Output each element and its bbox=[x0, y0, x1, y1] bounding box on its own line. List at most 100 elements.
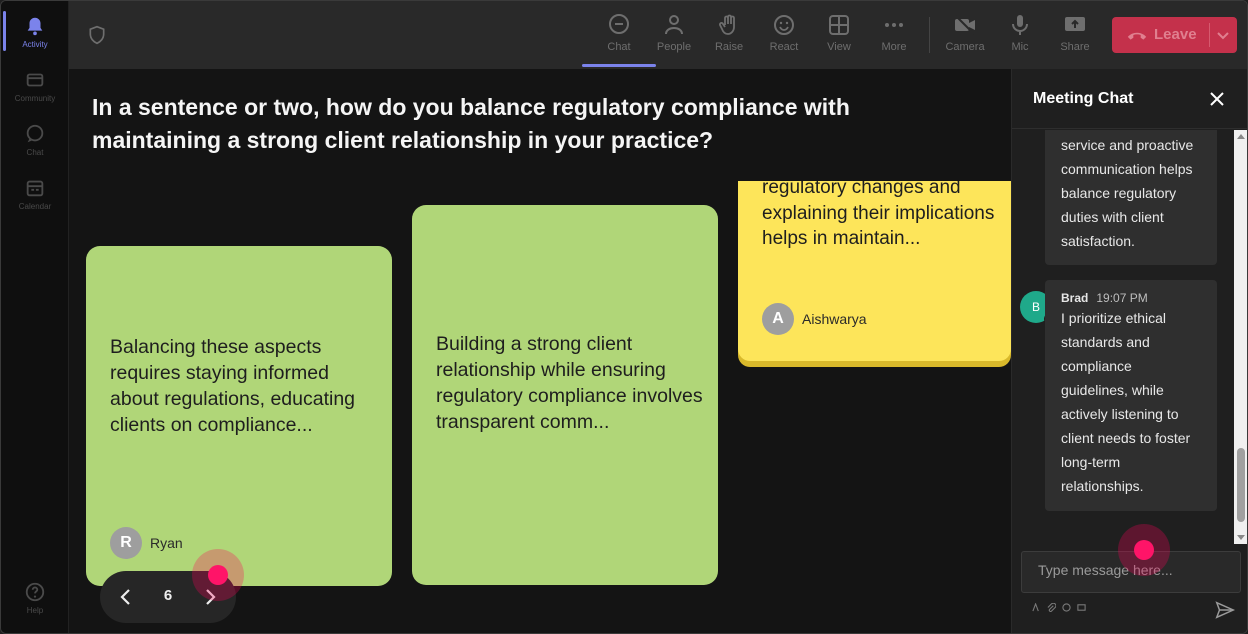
close-icon[interactable] bbox=[1208, 90, 1226, 108]
response-card[interactable]: regulatory changes and explaining their … bbox=[738, 181, 1011, 361]
message-time: 19:07 PM bbox=[1096, 291, 1148, 305]
scroll-up-arrow-icon[interactable] bbox=[1237, 134, 1245, 139]
avatar: R bbox=[110, 527, 142, 559]
card-author: R Ryan bbox=[110, 527, 183, 559]
rail-label: Help bbox=[26, 606, 44, 615]
sender-name: Brad bbox=[1061, 291, 1089, 305]
card-text: Building a strong client relationship wh… bbox=[436, 333, 703, 433]
activity-stage: In a sentence or two, how do you balance… bbox=[69, 69, 1011, 633]
more-icon bbox=[885, 23, 903, 27]
share-label: Share bbox=[1060, 41, 1090, 53]
chat-message: service and proactive communication help… bbox=[1045, 130, 1217, 265]
chat-header: Meeting Chat bbox=[1012, 69, 1247, 129]
message-line: standards and bbox=[1061, 334, 1150, 350]
rail-item-community[interactable]: Community bbox=[1, 59, 69, 111]
community-icon bbox=[26, 73, 44, 87]
shield-icon[interactable] bbox=[87, 25, 107, 45]
scroll-down-arrow-icon[interactable] bbox=[1237, 535, 1245, 540]
hang-up-icon bbox=[1127, 32, 1147, 40]
message-line: compliance bbox=[1061, 358, 1132, 374]
calendar-icon bbox=[26, 180, 44, 197]
people-icon bbox=[665, 15, 683, 35]
card-text: Balancing these aspects requires staying… bbox=[110, 336, 356, 436]
message-line: communication helps bbox=[1061, 161, 1193, 177]
share-button[interactable]: Share bbox=[1049, 9, 1101, 63]
people-button[interactable]: People bbox=[648, 9, 700, 63]
gif-icon[interactable] bbox=[1077, 603, 1086, 612]
leave-label: Leave bbox=[1154, 26, 1197, 43]
more-button[interactable]: More bbox=[868, 9, 920, 63]
message-line: service and proactive bbox=[1061, 137, 1194, 153]
message-line: long-term bbox=[1061, 454, 1121, 470]
left-rail: Activity Community Chat Calendar Help bbox=[1, 1, 69, 633]
hand-icon bbox=[719, 14, 735, 35]
message-line: guidelines, while bbox=[1061, 382, 1164, 398]
chat-messages[interactable]: service and proactive communication help… bbox=[1012, 130, 1247, 544]
rail-item-help[interactable]: Help bbox=[1, 571, 69, 623]
mic-button[interactable]: Mic bbox=[994, 9, 1046, 63]
rail-label: Activity bbox=[22, 40, 48, 49]
camera-label: Camera bbox=[945, 41, 985, 53]
chat-scrollbar[interactable] bbox=[1234, 130, 1247, 544]
react-label: React bbox=[769, 41, 799, 53]
people-label: People bbox=[656, 41, 692, 53]
help-icon bbox=[25, 582, 45, 602]
raise-hand-button[interactable]: Raise bbox=[703, 9, 755, 63]
emoji-icon[interactable] bbox=[1062, 603, 1071, 612]
compose-tools bbox=[1032, 603, 1102, 615]
rail-item-chat[interactable]: Chat bbox=[1, 113, 69, 165]
chat-label: Chat bbox=[607, 41, 631, 53]
view-button[interactable]: View bbox=[813, 9, 865, 63]
message-meta: Brad 19:07 PM bbox=[1061, 290, 1201, 306]
leave-button[interactable]: Leave bbox=[1112, 17, 1237, 53]
chat-title: Meeting Chat bbox=[1033, 90, 1134, 107]
bell-icon bbox=[27, 17, 43, 36]
chat-icon bbox=[26, 124, 44, 143]
more-label: More bbox=[881, 41, 907, 53]
author-name: Ryan bbox=[150, 535, 183, 551]
chat-message: Brad 19:07 PM I prioritize ethical standa… bbox=[1045, 280, 1217, 511]
send-icon[interactable] bbox=[1214, 599, 1236, 621]
camera-button[interactable]: Camera bbox=[939, 9, 991, 63]
raise-label: Raise bbox=[714, 41, 744, 53]
leave-divider bbox=[1209, 23, 1210, 47]
scrollbar-thumb[interactable] bbox=[1237, 448, 1245, 522]
react-button[interactable]: React bbox=[758, 9, 810, 63]
card-text: regulatory changes and explaining their … bbox=[762, 181, 995, 249]
pointer-highlight bbox=[1118, 524, 1170, 576]
author-name: Aishwarya bbox=[802, 311, 867, 327]
card-author: A Aishwarya bbox=[762, 303, 867, 335]
message-line: client needs to foster bbox=[1061, 430, 1191, 446]
message-line: I prioritize ethical bbox=[1061, 310, 1167, 326]
grid-icon bbox=[829, 15, 849, 35]
avatar-initial: B bbox=[1031, 300, 1040, 314]
rail-item-activity[interactable]: Activity bbox=[1, 5, 69, 57]
mic-label: Mic bbox=[1011, 41, 1029, 53]
meeting-window: Activity Community Chat Calendar Help Ch… bbox=[0, 0, 1248, 634]
share-screen-icon bbox=[1065, 17, 1085, 31]
message-line: actively listening to bbox=[1061, 406, 1179, 422]
message-line: satisfaction. bbox=[1061, 233, 1135, 249]
chat-icon bbox=[609, 14, 629, 34]
rail-label: Community bbox=[14, 94, 56, 103]
chevron-left-icon[interactable] bbox=[114, 585, 138, 609]
meeting-toolbar: Chat People Raise React View More Camera bbox=[69, 1, 1247, 69]
format-icon[interactable] bbox=[1032, 603, 1041, 612]
rail-label: Calendar bbox=[18, 202, 52, 211]
response-card[interactable]: Balancing these aspects requires staying… bbox=[86, 246, 392, 586]
response-card[interactable]: Building a strong client relationship wh… bbox=[412, 205, 718, 585]
message-line: relationships. bbox=[1061, 478, 1144, 494]
message-line: duties with client bbox=[1061, 209, 1164, 225]
view-label: View bbox=[827, 41, 851, 53]
question-title: In a sentence or two, how do you balance… bbox=[92, 94, 850, 153]
camera-off-icon bbox=[955, 15, 975, 35]
chat-button[interactable]: Chat bbox=[582, 9, 656, 67]
page-number: 6 bbox=[163, 587, 173, 604]
meeting-chat-panel: Meeting Chat service and proactive commu… bbox=[1011, 69, 1247, 633]
attach-icon[interactable] bbox=[1047, 603, 1056, 612]
rail-item-calendar[interactable]: Calendar bbox=[1, 167, 69, 219]
toolbar-divider bbox=[929, 17, 930, 53]
rail-label: Chat bbox=[26, 148, 44, 157]
chevron-down-icon[interactable] bbox=[1213, 25, 1233, 45]
message-line: balance regulatory bbox=[1061, 185, 1177, 201]
